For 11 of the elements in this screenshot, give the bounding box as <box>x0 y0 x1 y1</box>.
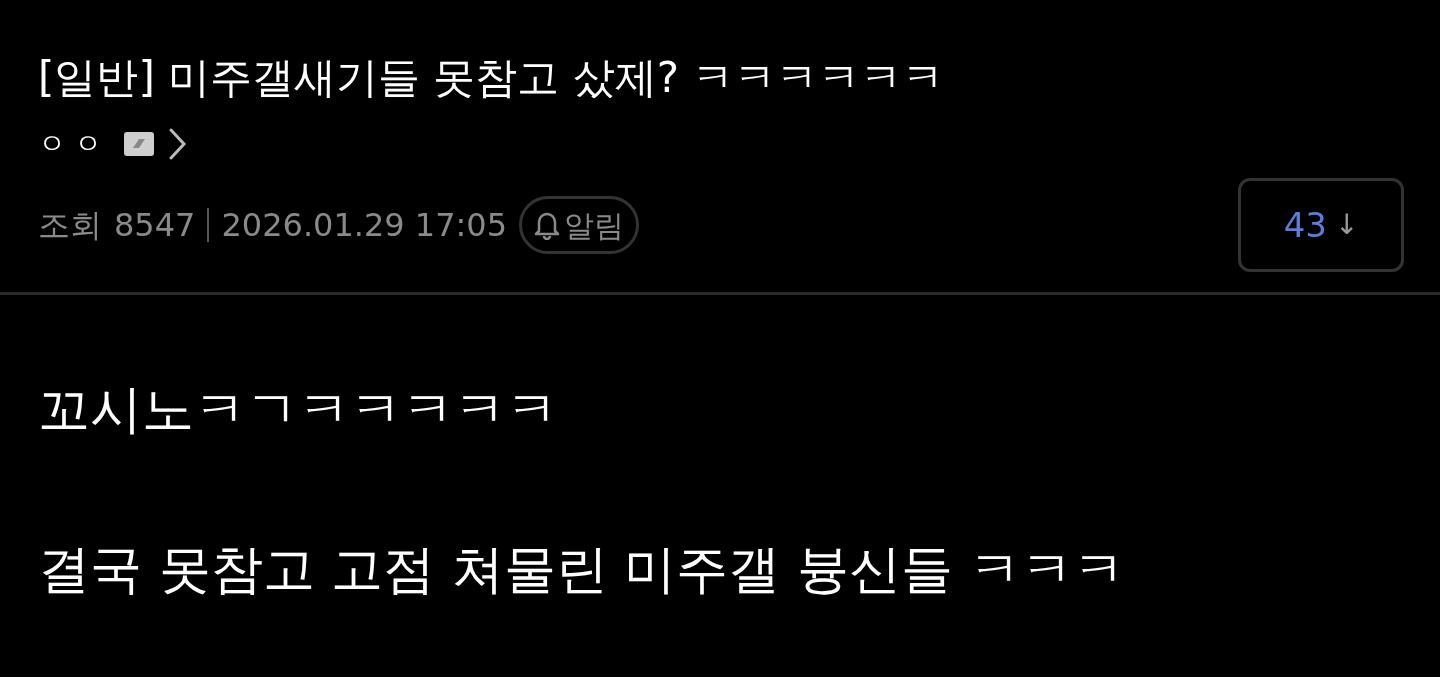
post-date: 2026.01.29 17:05 <box>221 205 508 246</box>
views-label: 조회 <box>38 205 102 246</box>
alert-button[interactable]: 알림 <box>519 196 640 254</box>
body-text: 결국 못참고 고점 쳐물린 미주갤 븅신들 ㅋㅋㅋ <box>38 539 1127 599</box>
view-count: 8547 <box>114 205 196 246</box>
author-name[interactable]: ㅇㅇ <box>38 123 111 165</box>
bell-icon <box>534 210 561 240</box>
comment-count-button[interactable]: 43 ↓ <box>1238 178 1404 272</box>
body-text: 꼬시노ㅋㄱㅋㅋㅋㅋㅋ <box>38 379 559 439</box>
post-title: [일반] 미주갤새기들 못참고 샀제? ㅋㅋㅋㅋㅋㅋ <box>38 52 946 104</box>
gallery-badge-icon <box>122 131 155 157</box>
